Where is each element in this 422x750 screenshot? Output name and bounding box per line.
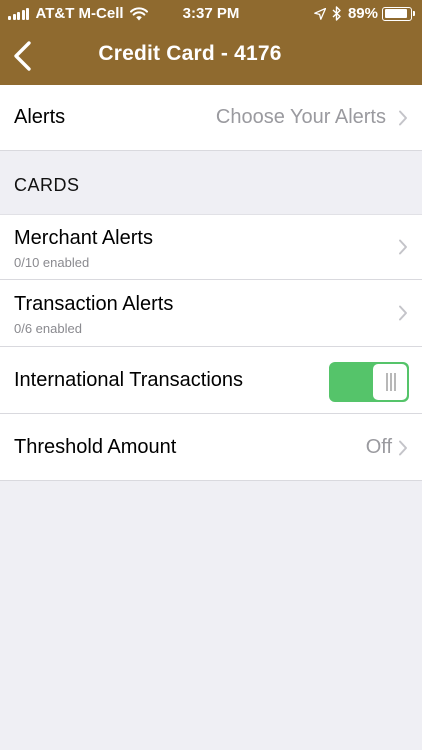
battery-percent: 89% [347,5,378,22]
chevron-right-icon [399,305,407,321]
location-arrow-icon [314,7,326,20]
alerts-label: Alerts [14,106,66,128]
international-transactions-label: International Transactions [14,369,244,391]
merchant-alerts-row[interactable]: Merchant Alerts 0/10 enabled [0,214,422,280]
threshold-amount-label: Threshold Amount [14,436,177,458]
alerts-value: Choose Your Alerts [215,106,386,128]
status-right: 89% [314,5,415,22]
transaction-alerts-row[interactable]: Transaction Alerts 0/6 enabled [0,280,422,347]
chevron-right-icon [399,239,407,255]
nav-bar: Credit Card - 4176 [0,28,422,85]
alerts-row[interactable]: Alerts Choose Your Alerts [0,85,422,151]
merchant-alerts-subtitle: 0/10 enabled [14,255,90,270]
section-header-cards: CARDS [14,175,80,195]
bluetooth-icon [332,6,341,21]
page-title: Credit Card - 4176 [98,42,282,65]
status-bar: AT&T M-Cell 3:37 PM 89% [0,0,422,28]
merchant-alerts-label: Merchant Alerts [14,227,153,249]
battery-icon [382,6,415,21]
transaction-alerts-label: Transaction Alerts [14,293,174,315]
international-transactions-toggle[interactable] [329,362,409,402]
threshold-amount-value: Off [365,436,392,458]
chevron-right-icon [399,110,407,126]
threshold-amount-row[interactable]: Threshold Amount Off [0,414,422,481]
header: AT&T M-Cell 3:37 PM 89% Credit Card - 41… [0,0,422,85]
screen: AT&T M-Cell 3:37 PM 89% Credit Card - 41… [0,0,422,750]
toggle-knob [373,364,407,400]
chevron-right-icon [399,440,407,456]
battery-fill [384,9,407,18]
transaction-alerts-subtitle: 0/6 enabled [14,321,82,336]
